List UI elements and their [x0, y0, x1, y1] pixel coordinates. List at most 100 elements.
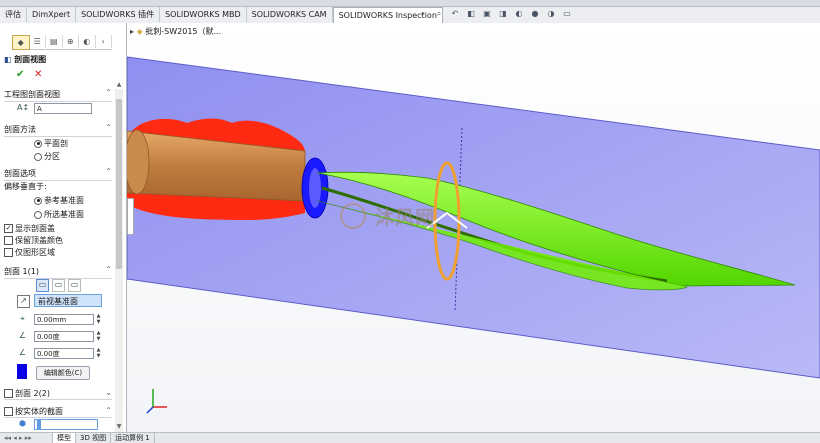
collapse-icon[interactable]: ⌃	[105, 406, 112, 415]
angle-x-icon: ∠	[18, 331, 27, 340]
checkbox-unchecked[interactable]	[4, 248, 13, 257]
selection-caret	[37, 420, 41, 429]
check-graphics-only[interactable]: 仅图形区域	[4, 247, 55, 258]
zoom-fit-icon[interactable]: ⌕	[418, 9, 428, 19]
tab-addins[interactable]: SOLIDWORKS 插件	[76, 7, 161, 22]
distance-spinner[interactable]: ▲ ▼	[95, 313, 102, 326]
tab-dimxpert[interactable]: DimXpert	[27, 7, 77, 22]
hide-show-icon[interactable]: ◐	[514, 9, 524, 19]
viewport-side-handle[interactable]	[127, 198, 134, 235]
section1-group-title: 剖面 1(1)	[4, 267, 39, 276]
check-label: 保留顶盖颜色	[15, 236, 63, 245]
scroll-down-icon[interactable]: ▼	[115, 423, 123, 431]
offset-option-reference[interactable]: 参考基准面	[34, 195, 84, 206]
section-view-group-title: 工程图剖面视图	[4, 90, 60, 99]
tab-cam[interactable]: SOLIDWORKS CAM	[247, 7, 333, 22]
appearance-icon[interactable]: ●	[530, 9, 540, 19]
front-plane-icon[interactable]: ▭	[36, 279, 49, 292]
check-keep-cap-color[interactable]: 保留顶盖颜色	[4, 235, 63, 246]
angle-y-input[interactable]: 0.00度	[34, 348, 94, 359]
edit-color-button[interactable]: 编辑颜色(C)	[36, 366, 90, 380]
reverse-direction-icon[interactable]: ↗	[17, 295, 30, 308]
collapse-icon[interactable]: ⌃	[105, 167, 112, 176]
angle-y-spinner[interactable]: ▲ ▼	[95, 347, 102, 360]
section-plane-field[interactable]: 前视基准面	[34, 294, 102, 307]
options-group[interactable]: 剖面选项 ⌃	[4, 167, 112, 181]
check-show-cap[interactable]: ✓ 显示剖面盖	[4, 223, 55, 234]
section2-row[interactable]: 剖面 2(2) ⌄	[4, 388, 112, 400]
display-style-icon[interactable]: ◨	[498, 9, 508, 19]
panel-header: ◧ 剖面视图	[4, 54, 46, 65]
watermark-logo-icon	[340, 203, 366, 229]
method-option-label: 平面剖	[44, 139, 68, 148]
distance-input[interactable]: 0.00mm	[34, 314, 94, 325]
section-view-icon[interactable]: ◧	[466, 9, 476, 19]
cap-color-swatch	[17, 364, 27, 379]
zoom-area-icon[interactable]: ⌕	[434, 9, 444, 19]
heads-up-toolbar: ⌕ ⌕ ↶ ◧ ▣ ◨ ◐ ● ◑ ▭	[418, 9, 572, 19]
radio-unselected[interactable]	[34, 152, 42, 161]
check-label: 显示剖面盖	[15, 224, 55, 233]
handle-end	[127, 129, 150, 195]
graphics-area[interactable]	[127, 23, 820, 432]
title-strip	[0, 0, 820, 7]
by-body-label: 按实体的截面	[15, 407, 63, 416]
scrollbar-thumb[interactable]	[116, 99, 122, 269]
tab-mbd[interactable]: SOLIDWORKS MBD	[160, 7, 247, 22]
method-group[interactable]: 剖面方法 ⌃	[4, 123, 112, 137]
dimxpert-tab-icon[interactable]: ⊕	[63, 35, 79, 48]
section-view-group[interactable]: 工程图剖面视图 ⌃	[4, 88, 112, 102]
monitor-icon[interactable]: ▭	[562, 9, 572, 19]
previous-view-icon[interactable]: ↶	[450, 9, 460, 19]
distance-icon: ⌖	[20, 314, 25, 323]
section1-group[interactable]: 剖面 1(1) ⌃	[4, 265, 112, 279]
display-tab-icon[interactable]: ◐	[79, 35, 96, 48]
bottom-tabbar: ◂◂ ◂ ▸ ▸▸ 模型 3D 视图 运动算例 1	[0, 432, 820, 443]
checkbox-unchecked[interactable]	[4, 389, 13, 398]
offset-label: 偏移垂直于:	[4, 182, 47, 191]
property-manager: ◆ ☰ ▤ ⊕ ◐ › ◧ 剖面视图 ✔ ✕ 工程图剖面视图 ⌃ A↕ A 剖面方…	[0, 23, 127, 442]
panel-scrollbar[interactable]	[115, 89, 123, 442]
angle-x-spinner[interactable]: ▲ ▼	[95, 330, 102, 343]
angle-y-icon: ∠	[18, 348, 27, 357]
x-icon[interactable]: ✕	[34, 69, 42, 80]
checkbox-checked[interactable]: ✓	[4, 224, 13, 233]
check-label: 仅图形区域	[15, 248, 55, 257]
radio-selected[interactable]	[34, 196, 42, 205]
collapse-icon[interactable]: ⌃	[105, 123, 112, 132]
section-label-input[interactable]: A	[34, 103, 92, 114]
scroll-up-icon[interactable]: ▲	[115, 81, 123, 89]
radio-selected[interactable]	[34, 139, 42, 148]
expand-icon[interactable]: ⌄	[105, 388, 112, 397]
by-body-row[interactable]: 按实体的截面 ⌃	[4, 406, 112, 418]
checkbox-unchecked[interactable]	[4, 407, 13, 416]
configuration-tab-icon[interactable]: ▤	[46, 35, 63, 48]
check-icon[interactable]: ✔	[16, 69, 24, 80]
angle-x-input[interactable]: 0.00度	[34, 331, 94, 342]
section-view-title-icon: ◧	[4, 55, 12, 64]
guard-inner	[309, 168, 321, 208]
collapse-icon[interactable]: ⌃	[105, 88, 112, 97]
checkbox-unchecked[interactable]	[4, 236, 13, 245]
radio-unselected[interactable]	[34, 210, 42, 219]
collapse-icon[interactable]: ⌃	[105, 265, 112, 274]
property-manager-tab-icon[interactable]: ☰	[30, 35, 46, 48]
command-tabbar: 评估 DimXpert SOLIDWORKS 插件 SOLIDWORKS MBD…	[0, 7, 820, 24]
scene-icon[interactable]: ◑	[546, 9, 556, 19]
more-tabs-icon[interactable]: ›	[96, 35, 112, 48]
top-plane-icon[interactable]: ▭	[52, 279, 65, 292]
right-plane-icon[interactable]: ▭	[68, 279, 81, 292]
watermark-text: 沐风网	[375, 207, 436, 229]
view-orientation-icon[interactable]: ▣	[482, 9, 492, 19]
offset-option-selected[interactable]: 所选基准面	[34, 209, 84, 220]
method-option-zonal[interactable]: 分区	[34, 151, 60, 162]
offset-option-label: 参考基准面	[44, 196, 84, 205]
feature-tree-root[interactable]: ▸ ◈ 批刺-SW2015（默...	[130, 26, 221, 37]
part-icon: ◈	[136, 27, 143, 36]
method-option-planar[interactable]: 平面剖	[34, 138, 68, 149]
expand-arrow-icon[interactable]: ▸	[130, 27, 134, 36]
feature-manager-tab-icon[interactable]: ◆	[12, 35, 30, 50]
body-icon: ⬢	[19, 419, 26, 428]
body-selection-box[interactable]	[34, 419, 98, 430]
tab-evaluate[interactable]: 评估	[0, 7, 27, 22]
